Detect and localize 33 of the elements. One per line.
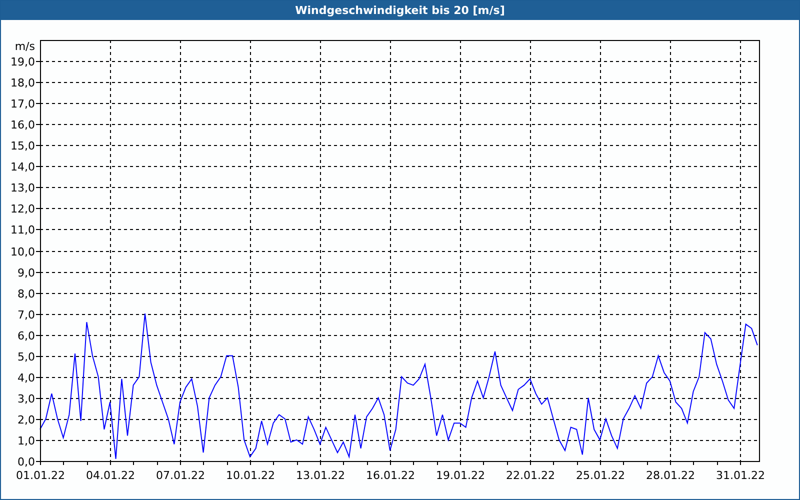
y-tick-label: 7,0 [18,308,35,322]
y-tick-label: 13,0 [10,182,35,194]
y-tick-label: 6,0 [18,330,35,342]
x-tick-label: 16.01.22 [366,469,415,482]
window-title: Windgeschwindigkeit bis 20 [m/s] [295,4,505,17]
y-tick-label: 5,0 [18,350,35,364]
y-tick-label: 19,0 [10,56,35,68]
y-tick-label: 8,0 [18,288,35,300]
x-tick-label: 22.01.22 [506,469,555,482]
x-tick-label: 13.01.22 [296,469,345,482]
y-tick-label: 2,0 [18,414,35,426]
y-tick-label: 1,0 [18,434,35,448]
axis-label: m/s [14,40,35,53]
x-tick-label: 04.01.22 [86,469,135,482]
x-tick-label: 10.01.22 [226,469,275,482]
x-tick-label: 07.01.22 [156,469,205,482]
x-tick-label: 25.01.22 [576,469,625,482]
x-tick-label: 01.01.22 [16,469,65,482]
y-tick-label: 9,0 [18,266,35,280]
y-tick-label: 17,0 [10,98,35,110]
y-tick-label: 4,0 [18,372,35,384]
y-tick-label: 18,0 [10,76,35,90]
y-tick-label: 0,0 [18,456,35,468]
y-tick-label: 15,0 [10,140,35,152]
x-tick-label: 19.01.22 [436,469,485,482]
x-tick-label: 31.01.22 [716,469,765,482]
x-tick-label: 28.01.22 [646,469,695,482]
y-tick-label: 14,0 [10,160,35,174]
y-tick-label: 16,0 [10,118,35,132]
y-tick-label: 12,0 [10,202,35,216]
y-tick-label: 3,0 [18,392,35,406]
y-tick-label: 10,0 [10,246,35,258]
y-tick-label: 11,0 [10,224,35,236]
